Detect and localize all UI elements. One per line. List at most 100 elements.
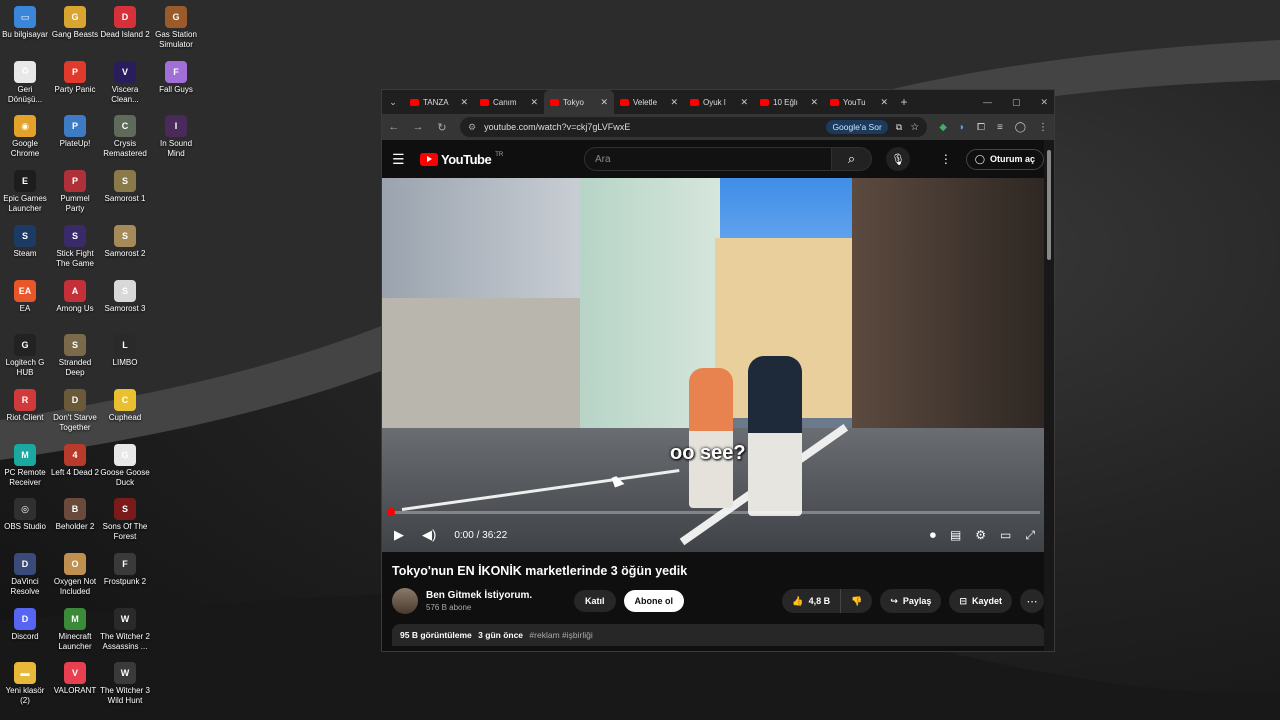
- desktop-icon[interactable]: S Stranded Deep: [50, 334, 100, 378]
- browser-tab[interactable]: 10 Eğlı ✕: [754, 90, 824, 114]
- bookmark-star-icon[interactable]: ☆: [910, 122, 919, 133]
- desktop-icon[interactable]: D Discord: [0, 607, 50, 642]
- desktop-icon[interactable]: ◉ Google Chrome: [0, 115, 50, 159]
- browser-tab[interactable]: YouTu ✕: [824, 90, 894, 114]
- join-button[interactable]: Katıl: [574, 590, 616, 612]
- url-text[interactable]: youtube.com/watch?v=ckj7gLVFwxE: [484, 122, 818, 132]
- desktop-icon[interactable]: M PC Remote Receiver: [0, 443, 50, 488]
- desktop-icon[interactable]: V VALORANT: [50, 662, 100, 696]
- google-ask-button[interactable]: Google'a Sor: [826, 120, 888, 134]
- desktop-icon[interactable]: V Viscera Clean...: [100, 60, 150, 105]
- browser-tab[interactable]: Tokyo ✕: [544, 90, 614, 114]
- desktop-icon[interactable]: P Pummel Party: [50, 170, 100, 214]
- desktop-icon[interactable]: S Steam: [0, 224, 50, 259]
- desktop-icon[interactable]: P PlateUp!: [50, 115, 100, 149]
- desktop-icon[interactable]: G Logitech G HUB: [0, 334, 50, 378]
- close-tab-icon[interactable]: ✕: [880, 97, 888, 108]
- desktop-icon[interactable]: P Party Panic: [50, 60, 100, 95]
- desktop-icon[interactable]: C Crysis Remastered: [100, 115, 150, 159]
- settings-kebab-icon[interactable]: ⋮: [940, 152, 952, 166]
- site-info-icon[interactable]: ⚙: [468, 122, 476, 133]
- desktop-icon[interactable]: R Riot Client: [0, 388, 50, 423]
- desktop-icon[interactable]: F Frostpunk 2: [100, 553, 150, 587]
- hashtags[interactable]: #reklam #işbirliği: [529, 630, 592, 640]
- extensions-puzzle-icon[interactable]: ⧠: [977, 122, 985, 133]
- close-tab-icon[interactable]: ✕: [740, 97, 748, 108]
- desktop-icon[interactable]: B Beholder 2: [50, 498, 100, 532]
- desktop-icon[interactable]: S Sons Of The Forest: [100, 498, 150, 542]
- desktop-icon[interactable]: G Goose Goose Duck: [100, 443, 150, 488]
- back-icon[interactable]: ←: [388, 121, 400, 133]
- voice-search-button[interactable]: 🎙: [886, 147, 910, 171]
- autoplay-toggle-icon[interactable]: ⏺: [930, 528, 936, 543]
- desktop-icon[interactable]: S Samorost 1: [100, 170, 150, 204]
- desktop-icon[interactable]: ◎ OBS Studio: [0, 498, 50, 532]
- volume-icon[interactable]: ◀): [422, 527, 436, 543]
- desktop-icon[interactable]: D DaVinci Resolve: [0, 553, 50, 597]
- description-box[interactable]: 95 B görüntüleme 3 gün önce #reklam #işb…: [392, 624, 1044, 646]
- desktop-icon[interactable]: EA EA: [0, 279, 50, 314]
- desktop-icon[interactable]: ▬ Yeni klasör (2): [0, 662, 50, 706]
- close-tab-icon[interactable]: ✕: [600, 97, 608, 108]
- desktop-icon[interactable]: W The Witcher 2 Assassins ...: [100, 607, 150, 652]
- desktop-icon[interactable]: G Gas Station Simulator: [151, 6, 201, 50]
- video-player[interactable]: oo see? ▶ ◀) 0:00 / 36:22 ⏺ ▤ ⚙ ▭ ⤢: [382, 178, 1047, 552]
- desktop-icon[interactable]: 4 Left 4 Dead 2: [50, 443, 100, 478]
- hamburger-menu-icon[interactable]: ☰: [392, 151, 406, 168]
- desktop-icon[interactable]: D Don't Starve Together: [50, 388, 100, 433]
- minimize-icon[interactable]: —: [983, 97, 992, 107]
- subscribe-button[interactable]: Abone ol: [623, 590, 685, 612]
- desktop-icon[interactable]: S Samorost 3: [100, 279, 150, 314]
- desktop-icon[interactable]: C Cuphead: [100, 388, 150, 423]
- browser-tab[interactable]: TANZA ✕: [404, 90, 474, 114]
- progress-scrubber[interactable]: [387, 508, 395, 516]
- close-window-icon[interactable]: ✕: [1040, 97, 1048, 108]
- desktop-icon[interactable]: L LIMBO: [100, 334, 150, 368]
- install-icon[interactable]: ⧉: [896, 122, 902, 133]
- close-tab-icon[interactable]: ✕: [670, 97, 678, 108]
- share-button[interactable]: ↪ Paylaş: [880, 589, 942, 613]
- browser-tab[interactable]: Veletle ✕: [614, 90, 684, 114]
- desktop-icon[interactable]: S Stick Fight The Game: [50, 224, 100, 269]
- desktop-icon[interactable]: ♻ Geri Dönüşü...: [0, 60, 50, 105]
- play-icon[interactable]: ▶: [394, 527, 404, 543]
- profile-icon[interactable]: ◯: [1015, 122, 1026, 133]
- desktop-icon[interactable]: W The Witcher 3 Wild Hunt: [100, 662, 150, 706]
- scrollbar-thumb[interactable]: [1047, 150, 1051, 260]
- new-tab-button[interactable]: +: [894, 95, 914, 109]
- desktop-icon[interactable]: A Among Us: [50, 279, 100, 314]
- theater-mode-icon[interactable]: ▭: [1000, 528, 1011, 543]
- browser-menu-icon[interactable]: ⋮: [1038, 122, 1048, 133]
- like-button[interactable]: 👍 4,8 B: [782, 589, 842, 613]
- settings-gear-icon[interactable]: ⚙: [975, 528, 986, 543]
- sign-in-button[interactable]: ◯ Oturum aç: [965, 148, 1044, 170]
- fullscreen-icon[interactable]: ⤢: [1025, 528, 1035, 543]
- dislike-button[interactable]: 👎: [841, 596, 872, 607]
- desktop-icon[interactable]: F Fall Guys: [151, 60, 201, 95]
- close-tab-icon[interactable]: ✕: [460, 97, 468, 108]
- desktop-icon[interactable]: O Oxygen Not Included: [50, 553, 100, 597]
- desktop-icon[interactable]: ▭ Bu bilgisayar: [0, 6, 50, 40]
- desktop-icon[interactable]: E Epic Games Launcher: [0, 170, 50, 214]
- media-control-icon[interactable]: ≡: [997, 122, 1003, 133]
- page-scrollbar[interactable]: [1044, 140, 1054, 651]
- channel-name[interactable]: Ben Gitmek İstiyorum.: [426, 590, 566, 601]
- search-input[interactable]: Ara: [584, 147, 832, 171]
- close-tab-icon[interactable]: ✕: [530, 97, 538, 108]
- desktop-icon[interactable]: G Gang Beasts: [50, 6, 100, 40]
- browser-tab[interactable]: Canım ✕: [474, 90, 544, 114]
- forward-icon[interactable]: →: [412, 121, 424, 133]
- channel-avatar[interactable]: [392, 588, 418, 614]
- extension-audio-icon[interactable]: ◗: [959, 122, 965, 133]
- extension-shield-icon[interactable]: ◆: [939, 122, 947, 133]
- desktop-icon[interactable]: M Minecraft Launcher: [50, 607, 100, 652]
- video-progress-bar[interactable]: [387, 508, 1040, 516]
- more-actions-button[interactable]: ⋯: [1020, 589, 1044, 613]
- reload-icon[interactable]: ↻: [436, 121, 448, 134]
- browser-tab[interactable]: Oyuk l ✕: [684, 90, 754, 114]
- omnibox[interactable]: ⚙ youtube.com/watch?v=ckj7gLVFwxE Google…: [460, 117, 928, 137]
- desktop-icon[interactable]: D Dead Island 2: [100, 6, 150, 40]
- close-tab-icon[interactable]: ✕: [810, 97, 818, 108]
- subtitles-icon[interactable]: ▤: [950, 528, 961, 543]
- maximize-icon[interactable]: ▢: [1012, 97, 1021, 108]
